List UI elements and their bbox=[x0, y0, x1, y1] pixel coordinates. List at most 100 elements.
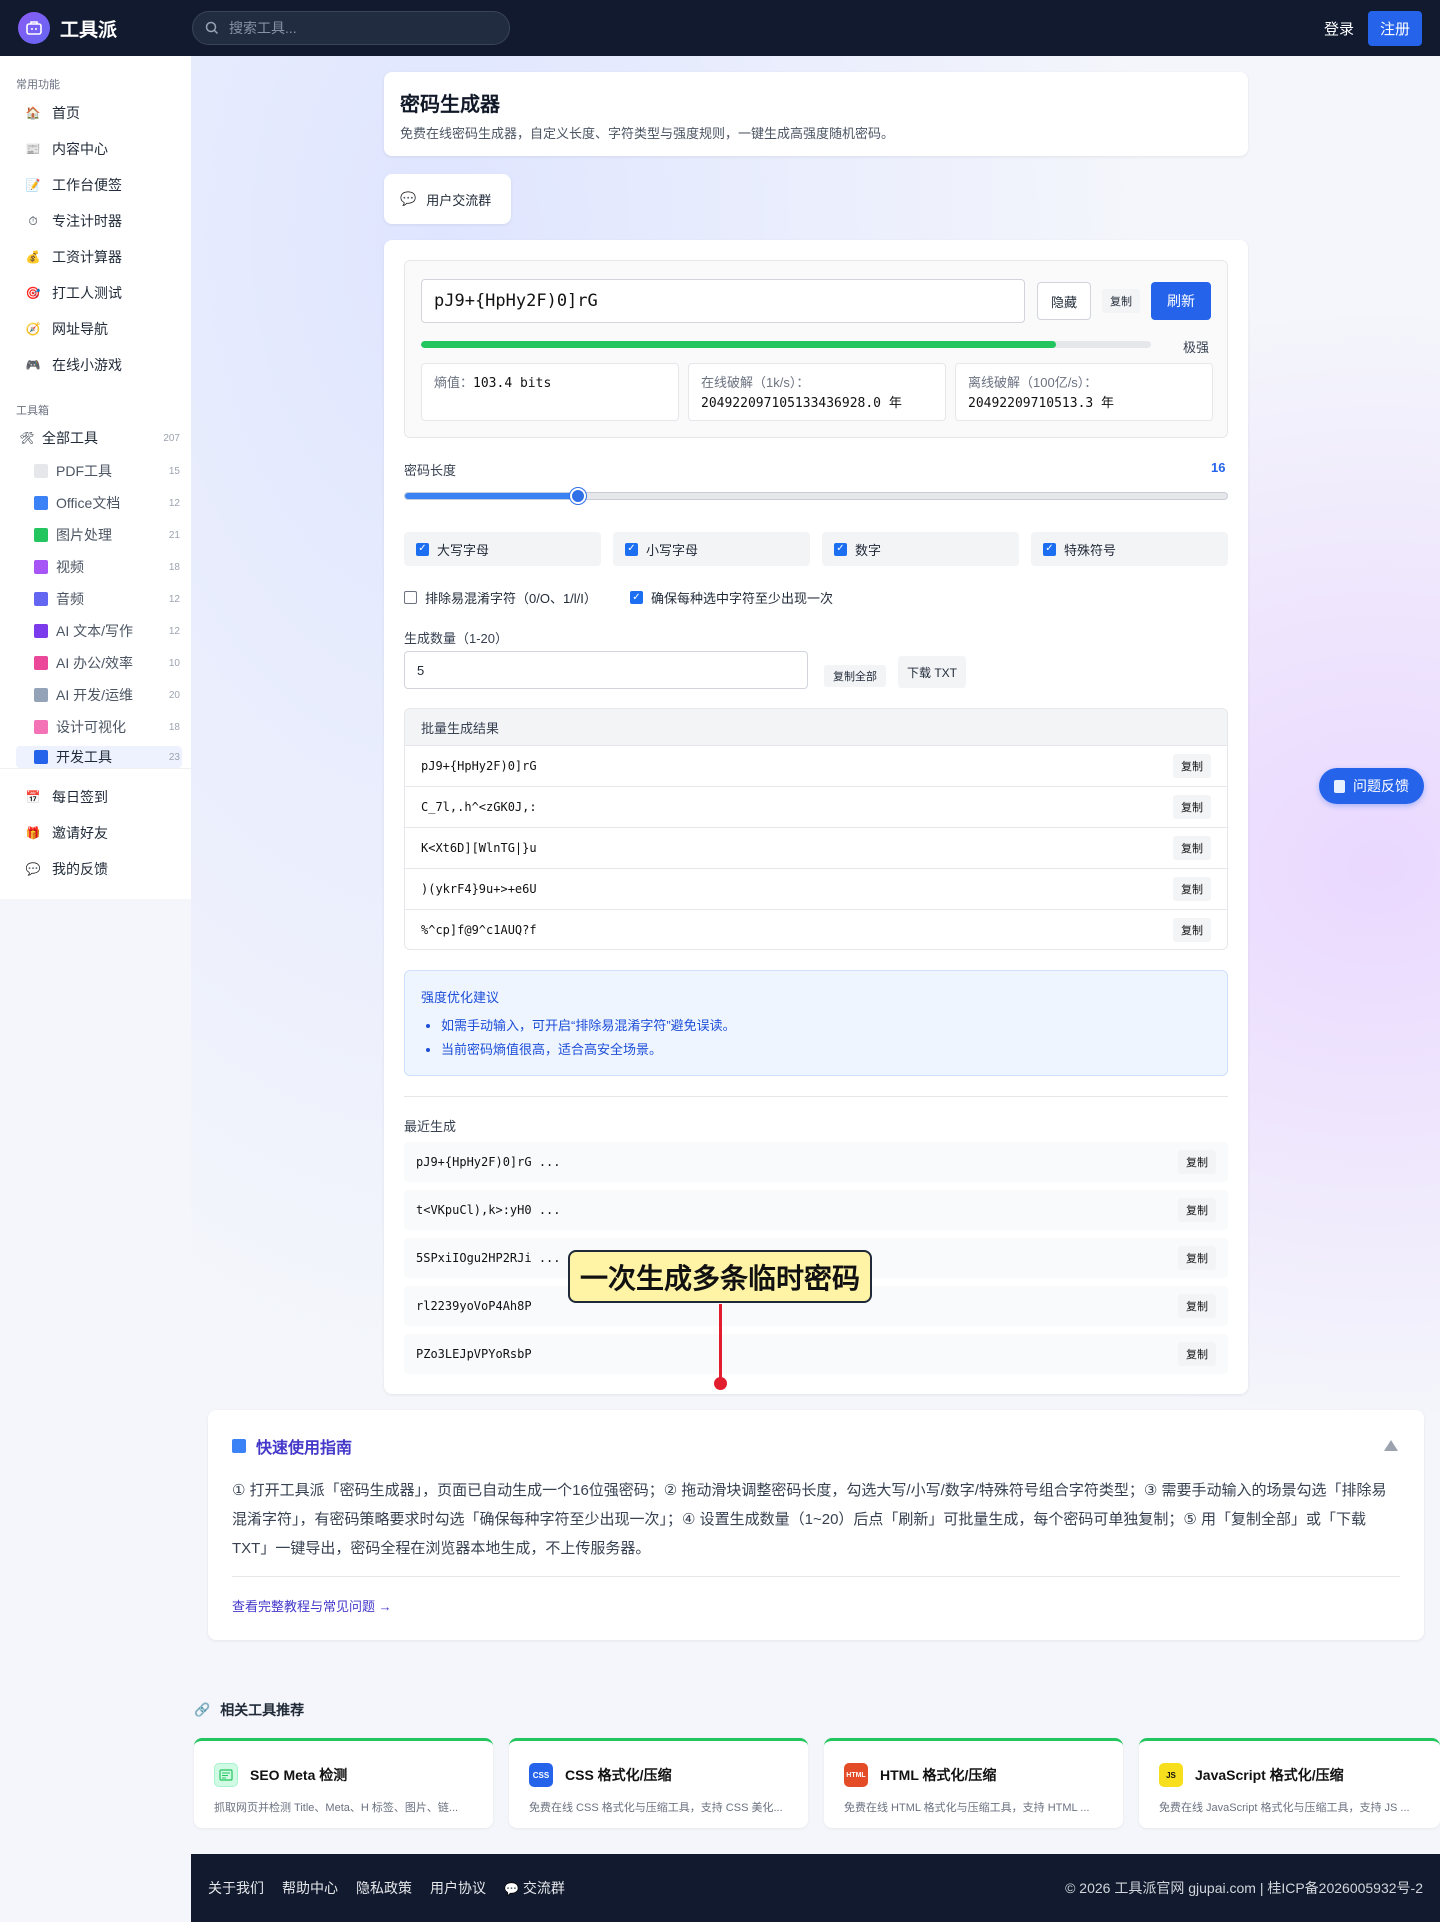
copy-button[interactable]: 复制 bbox=[1102, 289, 1140, 313]
refresh-button[interactable]: 刷新 bbox=[1151, 282, 1211, 320]
download-txt-button[interactable]: 下载 TXT bbox=[898, 656, 966, 688]
footer-copyright: © 2026 工具派官网 gjupai.com | 桂ICP备202600593… bbox=[1065, 1880, 1423, 1896]
related-tool-card[interactable]: HTML HTML 格式化/压缩 免费在线 HTML 格式化与压缩工具，支持 HT… bbox=[824, 1738, 1123, 1828]
strength-tips: 强度优化建议 如需手动输入，可开启“排除易混淆字符”避免误读。 当前密码熵值很高… bbox=[404, 970, 1228, 1076]
guide-full-tutorial-link[interactable]: 查看完整教程与常见问题 → bbox=[232, 1596, 392, 1615]
sidebar-item-home[interactable]: 🏠 首页 bbox=[16, 98, 182, 128]
user-group-button[interactable]: 💬 用户交流群 bbox=[384, 174, 511, 224]
generator-card: pJ9+{HpHy2F)0]rG 隐藏 复制 刷新 极强 熵值：103.4 bi… bbox=[384, 240, 1248, 1394]
charset-uppercase[interactable]: ✓ 大写字母 bbox=[404, 532, 601, 566]
checkbox-checked-icon[interactable]: ✓ bbox=[416, 542, 429, 556]
sidebar-item-games[interactable]: 🎮 在线小游戏 bbox=[16, 350, 182, 380]
footer-link-about[interactable]: 关于我们 bbox=[208, 1878, 264, 1898]
brand-logo[interactable]: 工具派 bbox=[18, 12, 192, 44]
search-box[interactable] bbox=[192, 11, 510, 45]
related-tools-title: 🔗 相关工具推荐 bbox=[194, 1702, 305, 1718]
hide-button[interactable]: 隐藏 bbox=[1037, 282, 1091, 320]
offline-crack-value: 20492209710513.3 年 bbox=[968, 396, 1115, 411]
recent-copy-button[interactable]: 复制 bbox=[1178, 1294, 1216, 1318]
link-icon: 🔗 bbox=[194, 1702, 211, 1717]
document-icon bbox=[1334, 779, 1345, 793]
sidebar-sub-ai-office[interactable]: AI 办公/效率 10 bbox=[34, 650, 182, 676]
length-label: 密码长度 bbox=[404, 463, 457, 478]
related-tool-card[interactable]: CSS CSS 格式化/压缩 免费在线 CSS 格式化与压缩工具，支持 CSS 美… bbox=[509, 1738, 808, 1828]
recent-copy-button[interactable]: 复制 bbox=[1178, 1246, 1216, 1270]
batch-row: K<Xt6D][WlnTG|}u 复制 bbox=[405, 827, 1227, 868]
palette-icon bbox=[34, 720, 48, 734]
related-tool-card[interactable]: JS JavaScript 格式化/压缩 免费在线 JavaScript 格式化与… bbox=[1139, 1738, 1440, 1828]
feedback-float-button[interactable]: 问题反馈 bbox=[1319, 768, 1424, 804]
footer-link-terms[interactable]: 用户协议 bbox=[430, 1878, 486, 1898]
length-slider[interactable] bbox=[404, 488, 1228, 504]
recent-copy-button[interactable]: 复制 bbox=[1178, 1342, 1216, 1366]
strength-meter-fill bbox=[421, 341, 1057, 348]
footer-link-help[interactable]: 帮助中心 bbox=[282, 1878, 338, 1898]
sidebar-item-salary[interactable]: 💰 工资计算器 bbox=[16, 242, 182, 272]
guide-body: ① 打开工具派「密码生成器」，页面已自动生成一个16位强密码；② 拖动滑块调整密… bbox=[232, 1482, 1387, 1557]
recent-copy-button[interactable]: 复制 bbox=[1178, 1150, 1216, 1174]
book-icon bbox=[232, 1439, 246, 1453]
sidebar-item-timer[interactable]: ⏱ 专注计时器 bbox=[16, 206, 182, 236]
guide-header[interactable]: 快速使用指南 bbox=[232, 1434, 1400, 1458]
guide-divider bbox=[232, 1576, 1400, 1577]
sidebar-sub-devtools[interactable]: 开发工具 23 bbox=[16, 746, 182, 768]
charset-lowercase[interactable]: ✓ 小写字母 bbox=[613, 532, 810, 566]
row-copy-button[interactable]: 复制 bbox=[1173, 877, 1211, 901]
related-tool-card[interactable]: SEO Meta 检测 抓取网页并检测 Title、Meta、H 标签、图片、链… bbox=[194, 1738, 493, 1828]
count-input[interactable]: 5 bbox=[404, 651, 808, 689]
checkbox-checked-icon[interactable]: ✓ bbox=[834, 542, 847, 556]
ensure-each-option[interactable]: ✓ 确保每种选中字符至少出现一次 bbox=[630, 588, 833, 607]
sidebar-sub-office[interactable]: Office文档 12 bbox=[34, 490, 182, 516]
sidebar-item-feedback[interactable]: 💬 我的反馈 bbox=[16, 854, 182, 884]
login-link[interactable]: 登录 bbox=[1324, 18, 1354, 39]
row-copy-button[interactable]: 复制 bbox=[1173, 754, 1211, 778]
sidebar-item-content[interactable]: 📰 内容中心 bbox=[16, 134, 182, 164]
copy-all-button[interactable]: 复制全部 bbox=[824, 665, 886, 687]
checkbox-checked-icon[interactable]: ✓ bbox=[625, 542, 638, 556]
sidebar-item-invite[interactable]: 🎁 邀请好友 bbox=[16, 818, 182, 848]
sidebar-sub-pdf[interactable]: PDF工具 15 bbox=[34, 458, 182, 484]
sidebar-item-all-tools[interactable]: 🛠 全部工具 207 bbox=[16, 423, 182, 453]
sidebar-sub-ai-writing[interactable]: AI 文本/写作 12 bbox=[34, 618, 182, 644]
toolbox-logo-icon bbox=[18, 12, 50, 44]
checkbox-checked-icon[interactable]: ✓ bbox=[1043, 542, 1056, 556]
callout-annotation: 一次生成多条临时密码 bbox=[568, 1250, 872, 1303]
sidebar-item-test[interactable]: 🎯 打工人测试 bbox=[16, 278, 182, 308]
sidebar-sub-video[interactable]: 视频 18 bbox=[34, 554, 182, 580]
footer-link-group[interactable]: 💬 交流群 bbox=[504, 1878, 565, 1898]
gamepad-icon: 🎮 bbox=[25, 358, 41, 372]
row-copy-button[interactable]: 复制 bbox=[1173, 795, 1211, 819]
sidebar: 常用功能 🏠 首页 📰 内容中心 📝 工作台便签 ⏱ 专注计时器 💰 工资计算器 🎯 打工人… bbox=[0, 56, 191, 899]
speech-bubble-icon: 💬 bbox=[504, 1882, 519, 1896]
news-icon: 📰 bbox=[25, 142, 41, 156]
sidebar-sub-ai-dev[interactable]: AI 开发/运维 20 bbox=[34, 682, 182, 708]
sidebar-sub-image[interactable]: 图片处理 21 bbox=[34, 522, 182, 548]
exclude-ambiguous-option[interactable]: 排除易混淆字符（0/O、1/l/I） bbox=[404, 588, 597, 607]
sidebar-item-checkin[interactable]: 📅 每日签到 bbox=[16, 782, 182, 812]
collapse-triangle-icon[interactable] bbox=[1384, 1440, 1398, 1451]
entropy-value: 103.4 bits bbox=[473, 376, 552, 391]
sidebar-item-nav[interactable]: 🧭 网址导航 bbox=[16, 314, 182, 344]
wrench-icon bbox=[34, 688, 48, 702]
footer-link-privacy[interactable]: 隐私政策 bbox=[356, 1878, 412, 1898]
length-slider-fill bbox=[405, 493, 578, 499]
checkbox-checked-icon[interactable]: ✓ bbox=[630, 591, 643, 604]
row-copy-button[interactable]: 复制 bbox=[1173, 836, 1211, 860]
checkbox-unchecked-icon[interactable] bbox=[404, 591, 417, 604]
sidebar-sub-audio[interactable]: 音频 12 bbox=[34, 586, 182, 612]
password-output[interactable]: pJ9+{HpHy2F)0]rG bbox=[421, 279, 1025, 323]
length-slider-handle[interactable] bbox=[569, 488, 586, 504]
monitor-icon bbox=[34, 750, 48, 764]
sidebar-sub-design[interactable]: 设计可视化 18 bbox=[34, 714, 182, 740]
recent-copy-button[interactable]: 复制 bbox=[1178, 1198, 1216, 1222]
compass-icon: 🧭 bbox=[25, 322, 41, 336]
charset-digits[interactable]: ✓ 数字 bbox=[822, 532, 1019, 566]
row-copy-button[interactable]: 复制 bbox=[1173, 918, 1211, 942]
sidebar-item-notes[interactable]: 📝 工作台便签 bbox=[16, 170, 182, 200]
register-button[interactable]: 注册 bbox=[1367, 10, 1422, 46]
recent-row: t<VKpuCl),k>:yH0 ... 复制 bbox=[404, 1190, 1228, 1230]
speech-bubble-icon: 💬 bbox=[25, 862, 41, 876]
tip-item: 如需手动输入，可开启“排除易混淆字符”避免误读。 bbox=[441, 1014, 1211, 1038]
charset-symbols[interactable]: ✓ 特殊符号 bbox=[1031, 532, 1228, 566]
search-input[interactable] bbox=[229, 20, 489, 36]
